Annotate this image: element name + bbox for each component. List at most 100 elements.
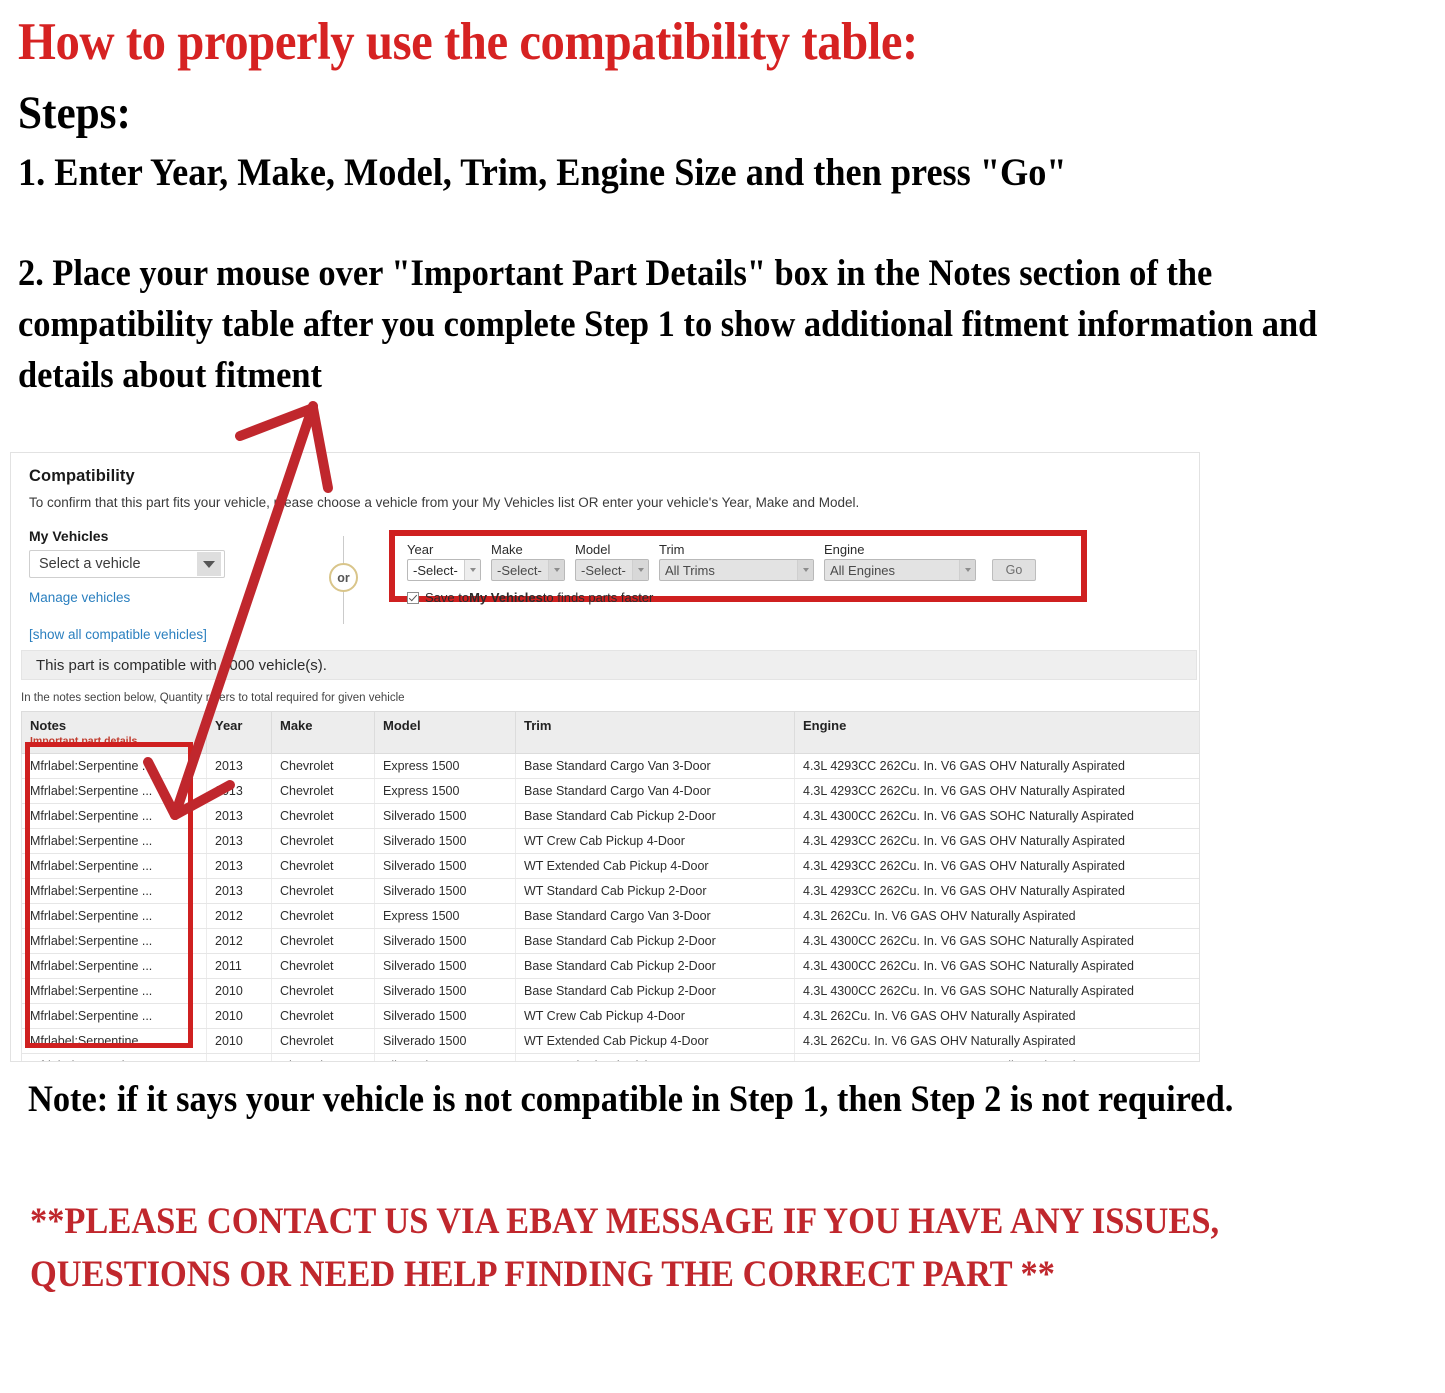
cell-notes[interactable]: Mfrlabel:Serpentine ... xyxy=(21,903,207,929)
cell-year: 2013 xyxy=(206,753,272,779)
cell-model: Silverado 1500 xyxy=(374,1003,516,1029)
show-all-compatible-vehicles-link[interactable]: [show all compatible vehicles] xyxy=(29,627,279,642)
table-row: Mfrlabel:Serpentine ...2010ChevroletSilv… xyxy=(21,1053,1199,1061)
cell-engine: 4.3L 4293CC 262Cu. In. V6 GAS OHV Natura… xyxy=(794,828,1199,854)
cell-engine: 4.3L 4300CC 262Cu. In. V6 GAS SOHC Natur… xyxy=(794,953,1199,979)
steps-label: Steps: xyxy=(18,87,131,140)
cell-year: 2013 xyxy=(206,853,272,879)
cell-trim: WT Crew Cab Pickup 4-Door xyxy=(515,1003,795,1029)
trim-field: Trim All Trims xyxy=(659,542,814,581)
cell-make: Chevrolet xyxy=(271,778,375,804)
cell-engine: 4.3L 4293CC 262Cu. In. V6 GAS OHV Natura… xyxy=(794,878,1199,904)
model-select[interactable]: -Select- xyxy=(575,559,649,581)
compatibility-title: Compatibility xyxy=(29,467,135,485)
cell-make: Chevrolet xyxy=(271,753,375,779)
compatibility-panel: Compatibility To confirm that this part … xyxy=(10,452,1200,1062)
cell-make: Chevrolet xyxy=(271,978,375,1004)
trim-select[interactable]: All Trims xyxy=(659,559,814,581)
cell-notes[interactable]: Mfrlabel:Serpentine ... xyxy=(21,753,207,779)
my-vehicles-select-value: Select a vehicle xyxy=(39,556,141,572)
table-row: Mfrlabel:Serpentine ...2010ChevroletSilv… xyxy=(21,978,1199,1004)
cell-engine: 4.3L 4293CC 262Cu. In. V6 GAS OHV Natura… xyxy=(794,778,1199,804)
column-header-make: Make xyxy=(271,711,375,754)
column-header-model: Model xyxy=(374,711,516,754)
cell-notes[interactable]: Mfrlabel:Serpentine ... xyxy=(21,853,207,879)
cell-engine: 4.3L 4300CC 262Cu. In. V6 GAS SOHC Natur… xyxy=(794,978,1199,1004)
step-one-text: 1. Enter Year, Make, Model, Trim, Engine… xyxy=(18,151,1067,195)
year-select[interactable]: -Select- xyxy=(407,559,481,581)
cell-make: Chevrolet xyxy=(271,903,375,929)
cell-make: Chevrolet xyxy=(271,878,375,904)
engine-select[interactable]: All Engines xyxy=(824,559,976,581)
save-suffix-text: to finds parts faster xyxy=(542,590,654,605)
trim-label: Trim xyxy=(659,542,685,557)
cell-model: Silverado 1500 xyxy=(374,978,516,1004)
cell-notes[interactable]: Mfrlabel:Serpentine ... xyxy=(21,778,207,804)
cell-year: 2011 xyxy=(206,953,272,979)
important-part-details-label: Important part details xyxy=(30,735,138,747)
cell-year: 2013 xyxy=(206,878,272,904)
cell-model: Silverado 1500 xyxy=(374,928,516,954)
cell-year: 2012 xyxy=(206,903,272,929)
cell-notes[interactable]: Mfrlabel:Serpentine ... xyxy=(21,1003,207,1029)
contact-text: **PLEASE CONTACT US VIA EBAY MESSAGE IF … xyxy=(30,1201,1220,1295)
make-label: Make xyxy=(491,542,523,557)
save-to-my-vehicles-row[interactable]: Save to My Vehicles to finds parts faste… xyxy=(407,590,1081,605)
engine-field: Engine All Engines xyxy=(824,542,976,581)
cell-notes[interactable]: Mfrlabel:Serpentine ... xyxy=(21,1028,207,1054)
make-select[interactable]: -Select- xyxy=(491,559,565,581)
cell-make: Chevrolet xyxy=(271,1003,375,1029)
cell-model: Express 1500 xyxy=(374,903,516,929)
cell-year: 2013 xyxy=(206,778,272,804)
table-row: Mfrlabel:Serpentine ... 2013 Chevrolet Silv… xyxy=(21,878,1199,904)
cell-notes[interactable]: Mfrlabel:Serpentine ... xyxy=(21,828,207,854)
page-title: How to properly use the compatibility ta… xyxy=(18,13,918,71)
note-text: Note: if it says your vehicle is not com… xyxy=(28,1079,1234,1120)
table-header-row: Notes Important part details Year Make M… xyxy=(21,711,1199,754)
column-header-engine: Engine xyxy=(794,711,1199,754)
model-field: Model -Select- xyxy=(575,542,649,581)
year-field: Year -Select- xyxy=(407,542,481,581)
cell-notes[interactable]: Mfrlabel:Serpentine ... xyxy=(21,803,207,829)
cell-engine: 4.3L 4300CC 262Cu. In. V6 GAS SOHC Natur… xyxy=(794,803,1199,829)
vehicle-finder-highlight-box: Year -Select- Make -Select- Model -Selec… xyxy=(389,530,1087,605)
vehicle-finder-fields: Year -Select- Make -Select- Model -Selec… xyxy=(407,542,1081,581)
chevron-down-icon xyxy=(797,560,813,580)
cell-engine: 4.3L 4293CC 262Cu. In. V6 GAS OHV Natura… xyxy=(794,853,1199,879)
make-field: Make -Select- xyxy=(491,542,565,581)
cell-notes[interactable]: Mfrlabel:Serpentine ... xyxy=(21,978,207,1004)
engine-label: Engine xyxy=(824,542,865,557)
cell-trim: Base Standard Cargo Van 4-Door xyxy=(515,778,795,804)
year-select-value: -Select- xyxy=(413,562,458,578)
cell-notes[interactable]: Mfrlabel:Serpentine ... xyxy=(21,953,207,979)
manage-vehicles-link[interactable]: Manage vehicles xyxy=(29,590,279,605)
column-header-notes: Notes Important part details xyxy=(21,711,207,754)
cell-year: 2010 xyxy=(206,1028,272,1054)
cell-make: Chevrolet xyxy=(271,928,375,954)
table-row: Mfrlabel:Serpentine ... 2012 Chevrolet Silv… xyxy=(21,928,1199,954)
cell-notes[interactable]: Mfrlabel:Serpentine ... xyxy=(21,928,207,954)
cell-notes[interactable]: Mfrlabel:Serpentine ... xyxy=(21,878,207,904)
cell-make: Chevrolet xyxy=(271,803,375,829)
cell-model: Silverado 1500 xyxy=(374,1053,516,1061)
cell-notes[interactable]: Mfrlabel:Serpentine ... xyxy=(21,1053,207,1061)
cell-trim: WT Standard Cab Pickup 2-Door xyxy=(515,1053,795,1061)
go-button[interactable]: Go xyxy=(992,559,1036,581)
table-row: Mfrlabel:Serpentine ... 2011 Chevrolet Silv… xyxy=(21,953,1199,979)
cell-engine: 4.3L 262Cu. In. V6 GAS OHV Naturally Asp… xyxy=(794,1053,1199,1061)
chevron-down-icon xyxy=(632,560,648,580)
fitment-table: Notes Important part details Year Make M… xyxy=(21,711,1199,1061)
notes-quantity-hint: In the notes section below, Quantity ref… xyxy=(21,692,405,704)
table-row: Mfrlabel:Serpentine ... 2013 Chevrolet Silv… xyxy=(21,828,1199,854)
cell-model: Express 1500 xyxy=(374,753,516,779)
column-header-trim: Trim xyxy=(515,711,795,754)
table-row: Mfrlabel:Serpentine ... 2013 Chevrolet Expr… xyxy=(21,778,1199,804)
my-vehicles-label: My Vehicles xyxy=(29,528,109,544)
cell-trim: Base Standard Cab Pickup 2-Door xyxy=(515,803,795,829)
my-vehicles-select[interactable]: Select a vehicle xyxy=(29,550,225,578)
cell-year: 2012 xyxy=(206,928,272,954)
save-vehicle-checkbox[interactable] xyxy=(407,591,419,604)
cell-engine: 4.3L 4293CC 262Cu. In. V6 GAS OHV Natura… xyxy=(794,753,1199,779)
engine-select-value: All Engines xyxy=(830,562,896,578)
cell-year: 2013 xyxy=(206,828,272,854)
